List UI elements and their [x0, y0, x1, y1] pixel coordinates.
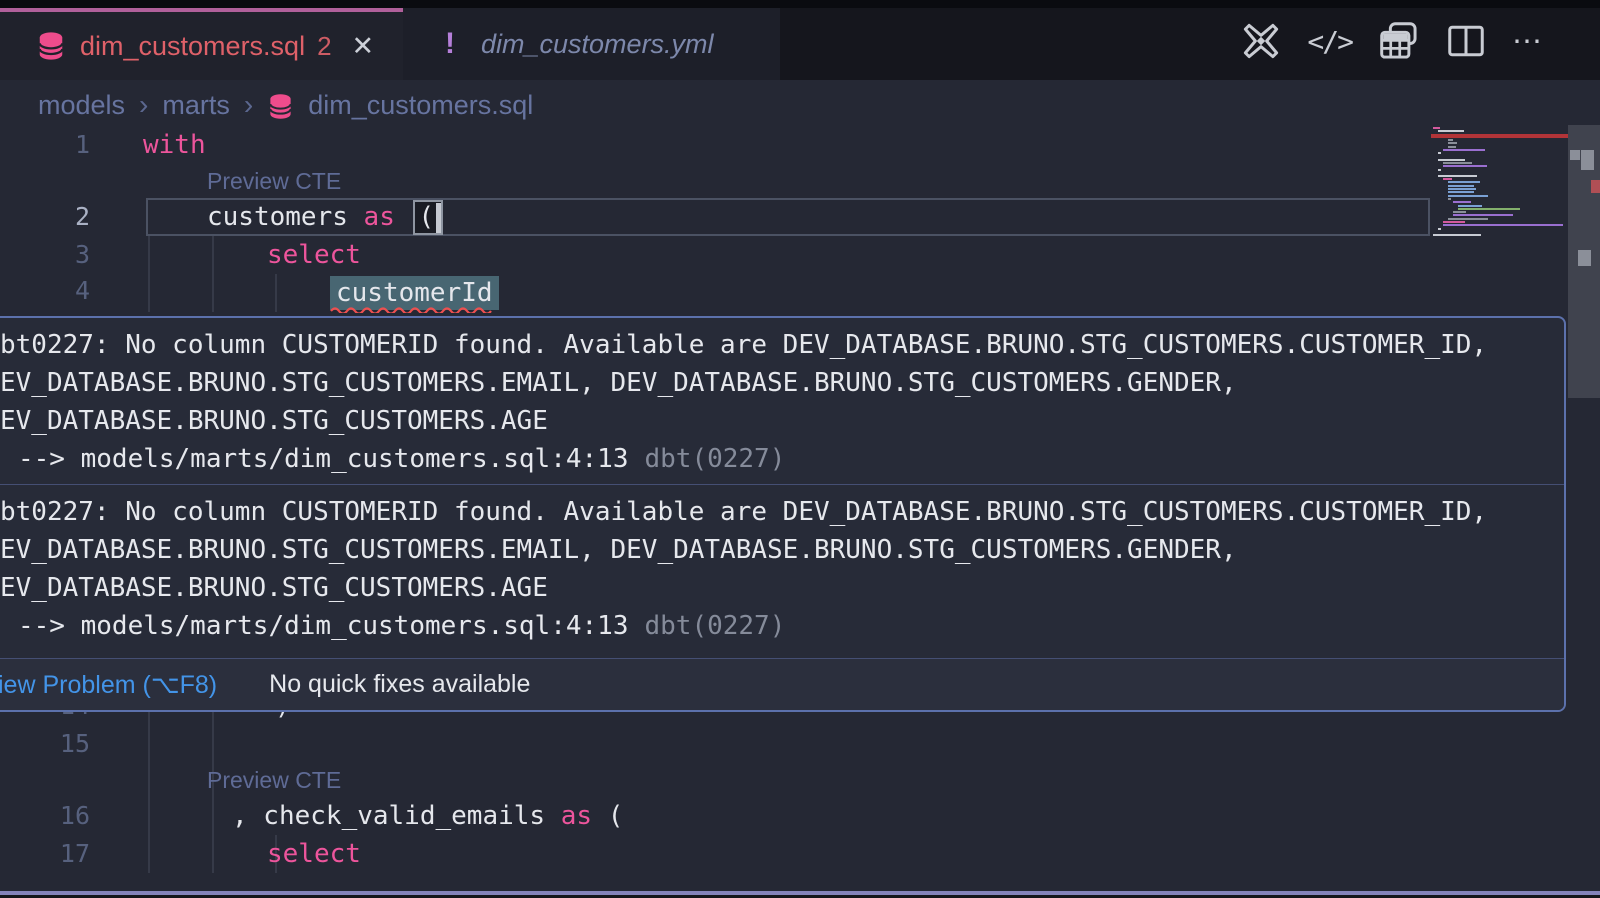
error-text: EV_DATABASE.BRUNO.STG_CUSTOMERS.AGE [0, 569, 1554, 607]
tab-dim-customers-yml[interactable]: ! dim_customers.yml [403, 8, 780, 80]
minimap-line [1443, 165, 1487, 167]
sql-keyword-select: select [267, 835, 361, 873]
minimap-line [1448, 181, 1480, 183]
code-line-2: 2 customers as ( [0, 198, 1600, 236]
error-text: EV_DATABASE.BRUNO.STG_CUSTOMERS.EMAIL, D… [0, 531, 1554, 569]
window-top-strip [0, 0, 1600, 8]
error-text: bt0227: No column CUSTOMERID found. Avai… [0, 326, 1554, 364]
chevron-right-icon: › [139, 89, 148, 121]
error-hover-popup: bt0227: No column CUSTOMERID found. Avai… [0, 316, 1566, 712]
minimap-line [1443, 178, 1452, 180]
tab-bar: dim_customers.sql 2 ✕ ! dim_customers.ym… [0, 0, 1600, 80]
minimap-line [1443, 162, 1472, 164]
line-number: 2 [0, 198, 90, 236]
overview-ruler-mark [1581, 150, 1594, 170]
code-text: customers as ( [207, 198, 443, 236]
minimap-line [1438, 152, 1441, 154]
overview-ruler-mark [1578, 250, 1591, 266]
code-line-3: 3 select [0, 236, 1600, 274]
overview-ruler-mark [1570, 150, 1580, 160]
preview-cte-lens[interactable]: Preview CTE [207, 164, 341, 198]
minimap-line [1433, 127, 1440, 129]
overview-ruler-error-mark [1591, 180, 1600, 193]
error-message-block-2: bt0227: No column CUSTOMERID found. Avai… [0, 485, 1564, 651]
line-number: 16 [0, 797, 90, 835]
code-line-4: 4 customerId [0, 274, 1600, 312]
query-results-icon[interactable] [1378, 20, 1420, 62]
code-line-17: 17 select [0, 835, 1600, 873]
minimap-line [1438, 175, 1477, 177]
error-text: bt0227: No column CUSTOMERID found. Avai… [0, 493, 1554, 531]
error-code: dbt(0227) [644, 611, 785, 641]
code-line-1: 1 with [0, 126, 1600, 164]
line-number: 15 [0, 725, 90, 763]
breadcrumb: models › marts › dim_customers.sql [38, 84, 533, 126]
error-location: --> models/marts/dim_customers.sql:4:13d… [0, 607, 1554, 645]
code-line-15: 15 [0, 725, 1600, 763]
code-text: , check_valid_emails as ( [232, 797, 623, 835]
error-squiggle [330, 305, 492, 313]
minimap-line [1448, 191, 1474, 193]
minimap-line [1438, 159, 1465, 161]
split-editor-icon[interactable] [1446, 20, 1486, 62]
line-number: 3 [0, 236, 90, 274]
no-quick-fixes-text: No quick fixes available [269, 670, 530, 699]
error-location: --> models/marts/dim_customers.sql:4:13d… [0, 440, 1554, 478]
editor-actions: </> ⋯ [1241, 20, 1542, 62]
minimap-line [1443, 149, 1485, 151]
more-actions-icon[interactable]: ⋯ [1512, 20, 1542, 62]
hover-status-bar: iew Problem (⌥F8) No quick fixes availab… [0, 658, 1564, 710]
code-line-16: 16 , check_valid_emails as ( [0, 797, 1600, 835]
minimap-line [1448, 139, 1453, 141]
database-icon [267, 90, 294, 120]
error-text: EV_DATABASE.BRUNO.STG_CUSTOMERS.EMAIL, D… [0, 364, 1554, 402]
preview-cte-lens[interactable]: Preview CTE [207, 763, 341, 797]
breadcrumb-marts[interactable]: marts [162, 90, 230, 121]
tab-title: dim_customers.sql [80, 31, 305, 62]
view-problem-link[interactable]: iew Problem (⌥F8) [0, 670, 217, 700]
tab-dim-customers-sql[interactable]: dim_customers.sql 2 ✕ [0, 8, 403, 80]
editor-window: dim_customers.sql 2 ✕ ! dim_customers.ym… [0, 0, 1600, 898]
minimap-line [1438, 169, 1441, 171]
text-cursor [436, 203, 441, 233]
minimap-line [1448, 188, 1476, 190]
chevron-right-icon: › [244, 89, 253, 121]
line-number: 17 [0, 835, 90, 873]
minimap-line [1448, 185, 1474, 187]
minimap-line [1448, 146, 1456, 148]
error-text: EV_DATABASE.BRUNO.STG_CUSTOMERS.AGE [0, 402, 1554, 440]
minimap-error-line [1431, 134, 1568, 138]
bracket-match: ( [413, 200, 444, 235]
dbt-power-user-icon[interactable] [1241, 20, 1281, 62]
warning-icon: ! [445, 27, 455, 61]
breadcrumb-models[interactable]: models [38, 90, 125, 121]
minimap-line [1438, 130, 1464, 132]
sql-keyword-with: with [143, 126, 206, 164]
database-icon [36, 31, 66, 61]
line-number: 1 [0, 126, 90, 164]
execute-sql-icon[interactable]: </> [1307, 20, 1352, 62]
sql-keyword-select: select [267, 236, 361, 274]
error-message-block-1: bt0227: No column CUSTOMERID found. Avai… [0, 318, 1564, 484]
codelens-row: Preview CTE [0, 164, 1600, 198]
line-number: 4 [0, 274, 90, 308]
breadcrumb-file[interactable]: dim_customers.sql [308, 90, 533, 121]
tab-problem-count: 2 [317, 31, 331, 62]
minimap-line [1448, 195, 1488, 197]
codelens-row: Preview CTE [0, 763, 1600, 797]
error-code: dbt(0227) [644, 444, 785, 474]
close-icon[interactable]: ✕ [352, 31, 375, 62]
minimap-line [1448, 142, 1457, 144]
tab-title: dim_customers.yml [481, 29, 714, 60]
